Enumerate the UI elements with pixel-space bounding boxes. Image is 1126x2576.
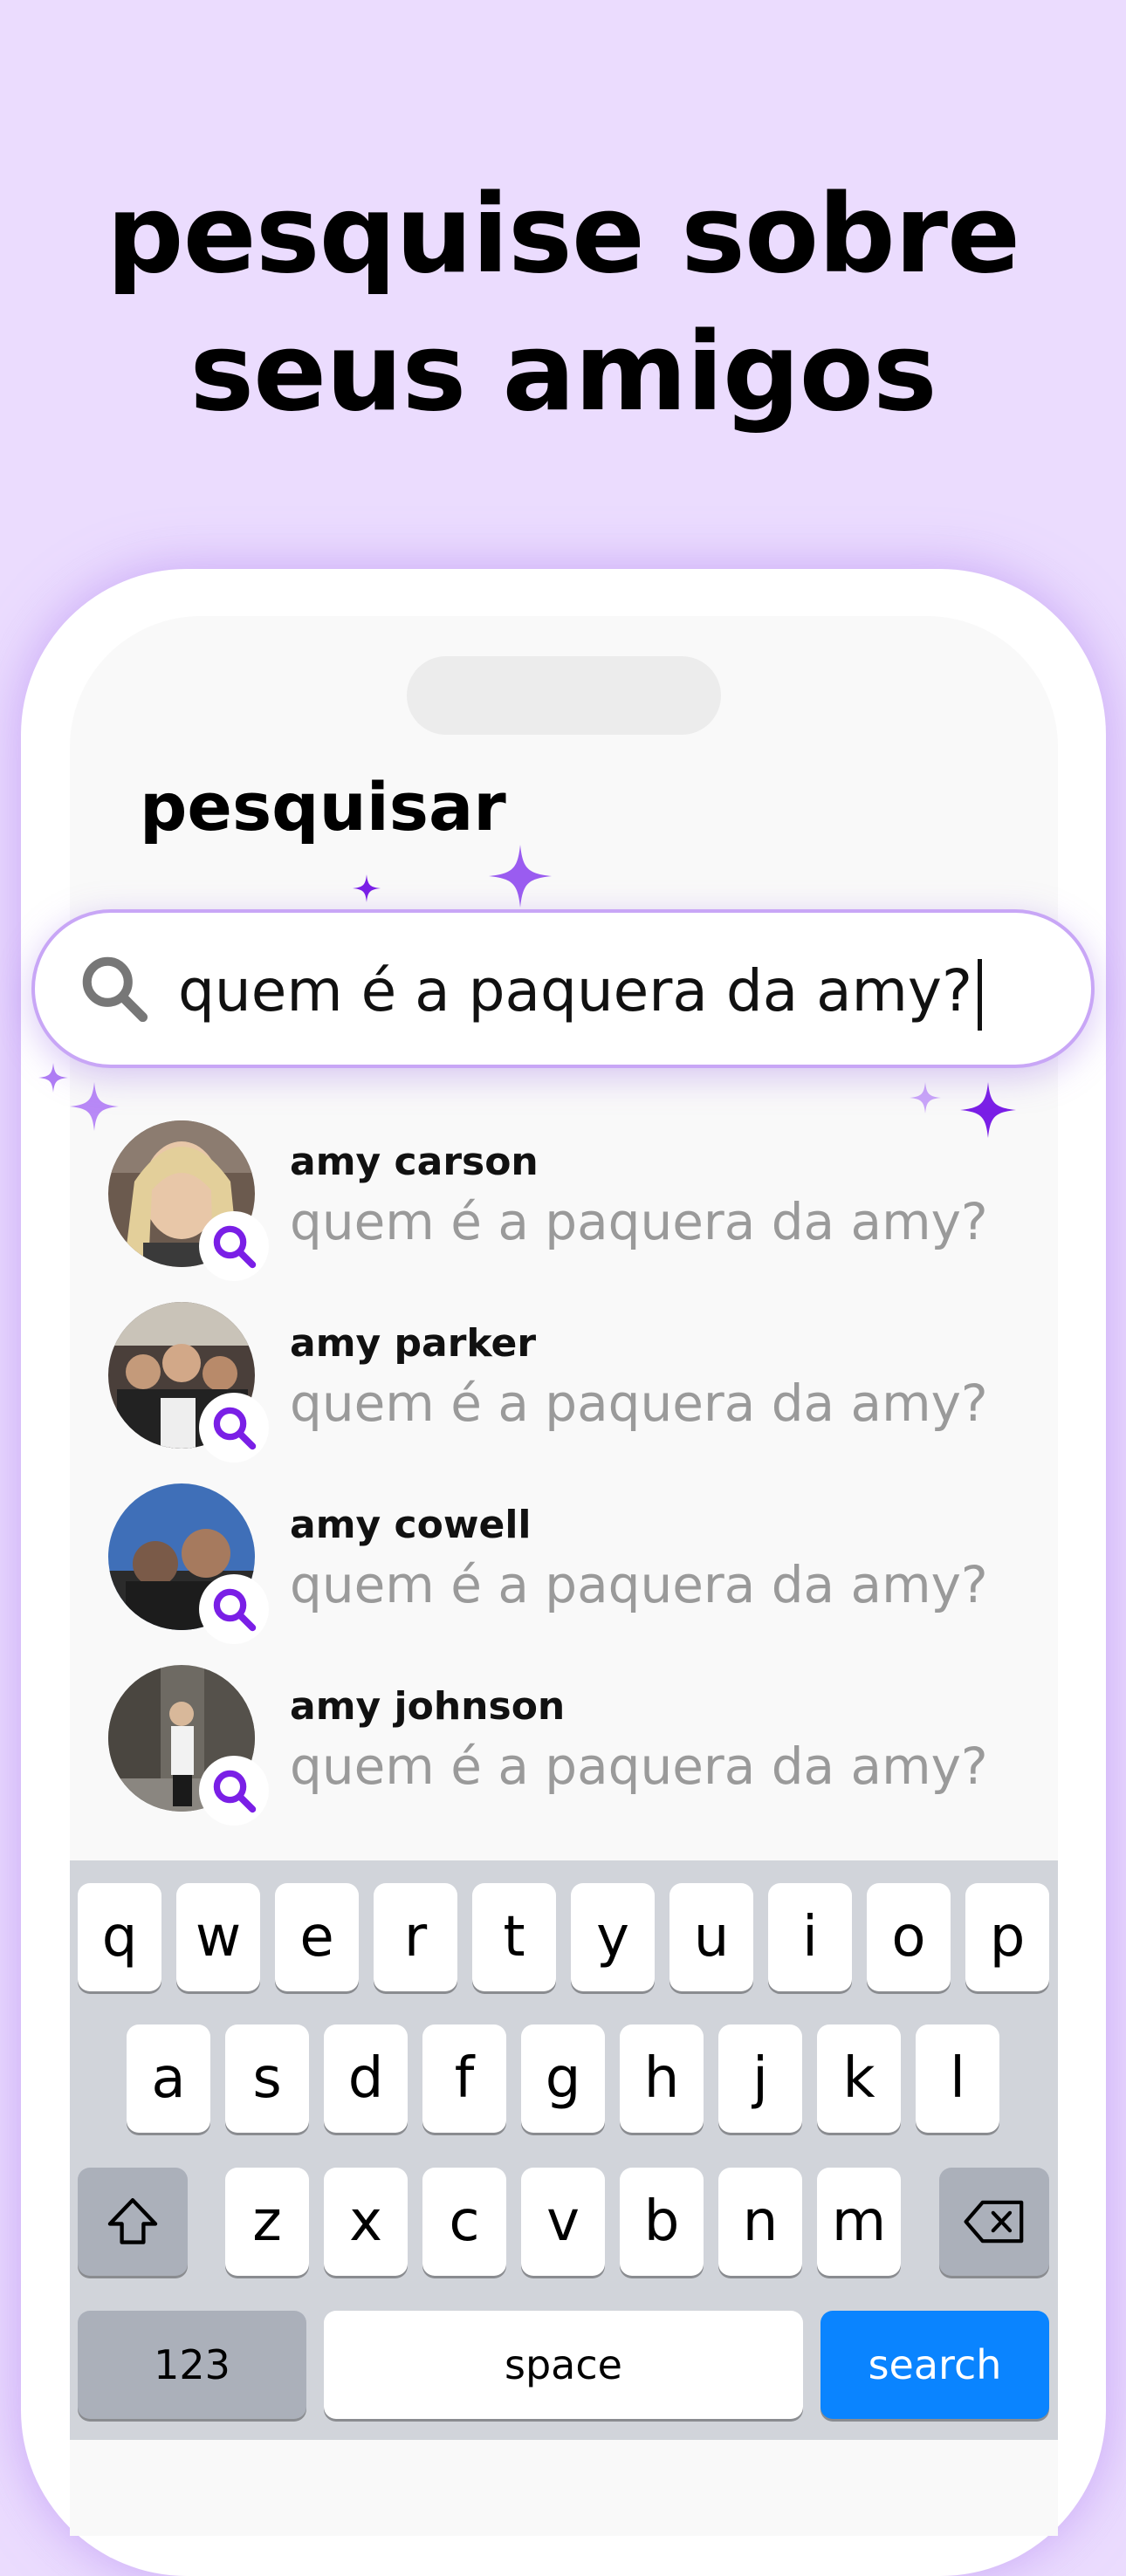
backspace-icon (964, 2200, 1024, 2244)
key-z[interactable]: z (225, 2168, 309, 2276)
key-s[interactable]: s (225, 2024, 309, 2133)
key-r[interactable]: r (374, 1883, 457, 1991)
key-g[interactable]: g (521, 2024, 605, 2133)
key-y[interactable]: y (571, 1883, 655, 1991)
search-key[interactable]: search (820, 2311, 1049, 2419)
key-k[interactable]: k (817, 2024, 901, 2133)
space-key[interactable]: space (324, 2311, 803, 2419)
key-a[interactable]: a (127, 2024, 210, 2133)
key-d[interactable]: d (324, 2024, 408, 2133)
key-e[interactable]: e (275, 1883, 359, 1991)
key-v[interactable]: v (521, 2168, 605, 2276)
numbers-key[interactable]: 123 (78, 2311, 306, 2419)
headline-line-1: pesquise sobre (106, 172, 1020, 298)
dynamic-island (407, 656, 721, 735)
key-i[interactable]: i (768, 1883, 852, 1991)
result-item[interactable]: amy parker quem é a paquera da amy? (108, 1302, 1033, 1463)
key-c[interactable]: c (422, 2168, 506, 2276)
key-b[interactable]: b (620, 2168, 704, 2276)
key-q[interactable]: q (78, 1883, 161, 1991)
key-n[interactable]: n (718, 2168, 802, 2276)
search-badge (199, 1393, 269, 1463)
shift-key[interactable] (78, 2168, 188, 2276)
search-icon (213, 1407, 257, 1450)
sparkle-icon (910, 1082, 941, 1113)
result-name: amy parker (290, 1321, 537, 1366)
key-o[interactable]: o (867, 1883, 951, 1991)
result-item[interactable]: amy carson quem é a paquera da amy? (108, 1120, 1033, 1281)
sparkle-icon (353, 874, 381, 902)
sparkle-icon (38, 1063, 68, 1093)
search-icon (82, 956, 148, 1023)
key-w[interactable]: w (176, 1883, 260, 1991)
result-query: quem é a paquera da amy? (290, 1374, 988, 1433)
key-m[interactable]: m (817, 2168, 901, 2276)
result-query: quem é a paquera da amy? (290, 1192, 988, 1251)
search-icon (213, 1770, 257, 1813)
shift-icon (107, 2198, 158, 2244)
search-badge (199, 1211, 269, 1281)
headline: pesquise sobre seus amigos (0, 166, 1126, 442)
sparkle-icon (489, 845, 552, 908)
screen-title: pesquisar (140, 768, 506, 846)
key-l[interactable]: l (916, 2024, 999, 2133)
result-name: amy cowell (290, 1503, 532, 1547)
result-name: amy johnson (290, 1684, 566, 1729)
search-icon (213, 1588, 257, 1632)
key-p[interactable]: p (965, 1883, 1049, 1991)
search-icon (213, 1225, 257, 1269)
result-item[interactable]: amy johnson quem é a paquera da amy? (108, 1665, 1033, 1826)
search-input-value: quem é a paquera da amy? (178, 957, 972, 1024)
result-query: quem é a paquera da amy? (290, 1737, 988, 1796)
search-input[interactable]: quem é a paquera da amy? (178, 951, 982, 1031)
key-u[interactable]: u (669, 1883, 753, 1991)
headline-line-2: seus amigos (189, 310, 937, 435)
result-name: amy carson (290, 1140, 539, 1184)
result-query: quem é a paquera da amy? (290, 1555, 988, 1614)
search-badge (199, 1574, 269, 1644)
key-h[interactable]: h (620, 2024, 704, 2133)
key-x[interactable]: x (324, 2168, 408, 2276)
backspace-key[interactable] (939, 2168, 1049, 2276)
key-j[interactable]: j (718, 2024, 802, 2133)
result-item[interactable]: amy cowell quem é a paquera da amy? (108, 1483, 1033, 1644)
key-f[interactable]: f (422, 2024, 506, 2133)
search-badge (199, 1756, 269, 1826)
text-caret (977, 958, 982, 1031)
key-t[interactable]: t (472, 1883, 556, 1991)
